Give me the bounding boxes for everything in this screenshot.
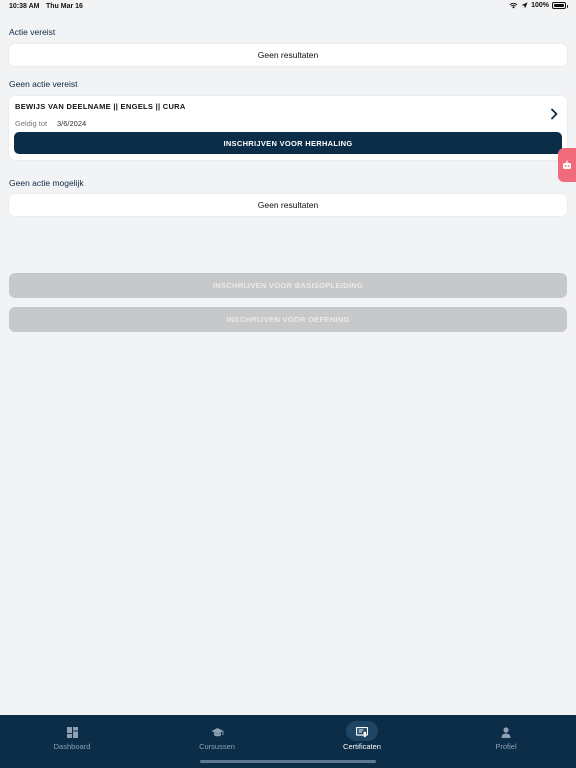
tab-dashboard[interactable]: Dashboard — [0, 715, 144, 768]
battery-icon — [552, 2, 568, 9]
home-indicator[interactable] — [200, 760, 376, 763]
tab-label: Profiel — [495, 742, 517, 751]
certificate-card[interactable]: BEWIJS VAN DEELNAME || ENGELS || CURA Ge… — [9, 96, 567, 160]
battery-percentage: 100% — [531, 2, 549, 9]
section-label-no-action-possible: Geen actie mogelijk — [9, 178, 84, 188]
status-time: 10:38 AM — [9, 3, 40, 10]
certificate-icon — [355, 725, 369, 739]
valid-until-date: 3/6/2024 — [57, 119, 87, 128]
tab-label: Cursussen — [199, 742, 235, 751]
status-indicators: 100% — [509, 2, 568, 9]
tab-label: Certificaten — [343, 742, 381, 751]
robot-icon — [563, 160, 571, 169]
valid-until-label: Geldig tot — [15, 119, 48, 128]
section-label-no-action-required: Geen actie vereist — [9, 79, 78, 89]
no-action-possible-empty-card: Geen resultaten — [9, 194, 567, 216]
section-label-action-required: Actie vereist — [9, 27, 56, 37]
empty-results-text: Geen resultaten — [257, 50, 319, 60]
status-date: Thu Mar 16 — [46, 3, 83, 10]
person-icon — [499, 725, 513, 739]
action-required-empty-card: Geen resultaten — [9, 44, 567, 66]
renew-enrollment-button[interactable]: INSCHRIJVEN VOOR HERHALING — [14, 132, 562, 154]
chevron-right-icon[interactable] — [549, 108, 559, 120]
tab-profile[interactable]: Profiel — [434, 715, 576, 768]
status-bar: 10:38 AM Thu Mar 16 100% — [0, 0, 576, 14]
tab-label: Dashboard — [53, 742, 91, 751]
side-feedback-tab[interactable] — [558, 148, 576, 182]
wifi-icon — [509, 2, 518, 9]
certificate-title: BEWIJS VAN DEELNAME || ENGELS || CURA — [15, 102, 186, 111]
graduation-cap-icon — [210, 725, 224, 739]
dashboard-icon — [65, 725, 79, 739]
location-arrow-icon — [521, 2, 528, 9]
empty-results-text: Geen resultaten — [257, 200, 319, 210]
enroll-exercise-button[interactable]: INSCHRIJVEN VOOR OEFENING — [9, 307, 567, 332]
enroll-basic-training-button[interactable]: INSCHRIJVEN VOOR BASISOPLEIDING — [9, 273, 567, 298]
